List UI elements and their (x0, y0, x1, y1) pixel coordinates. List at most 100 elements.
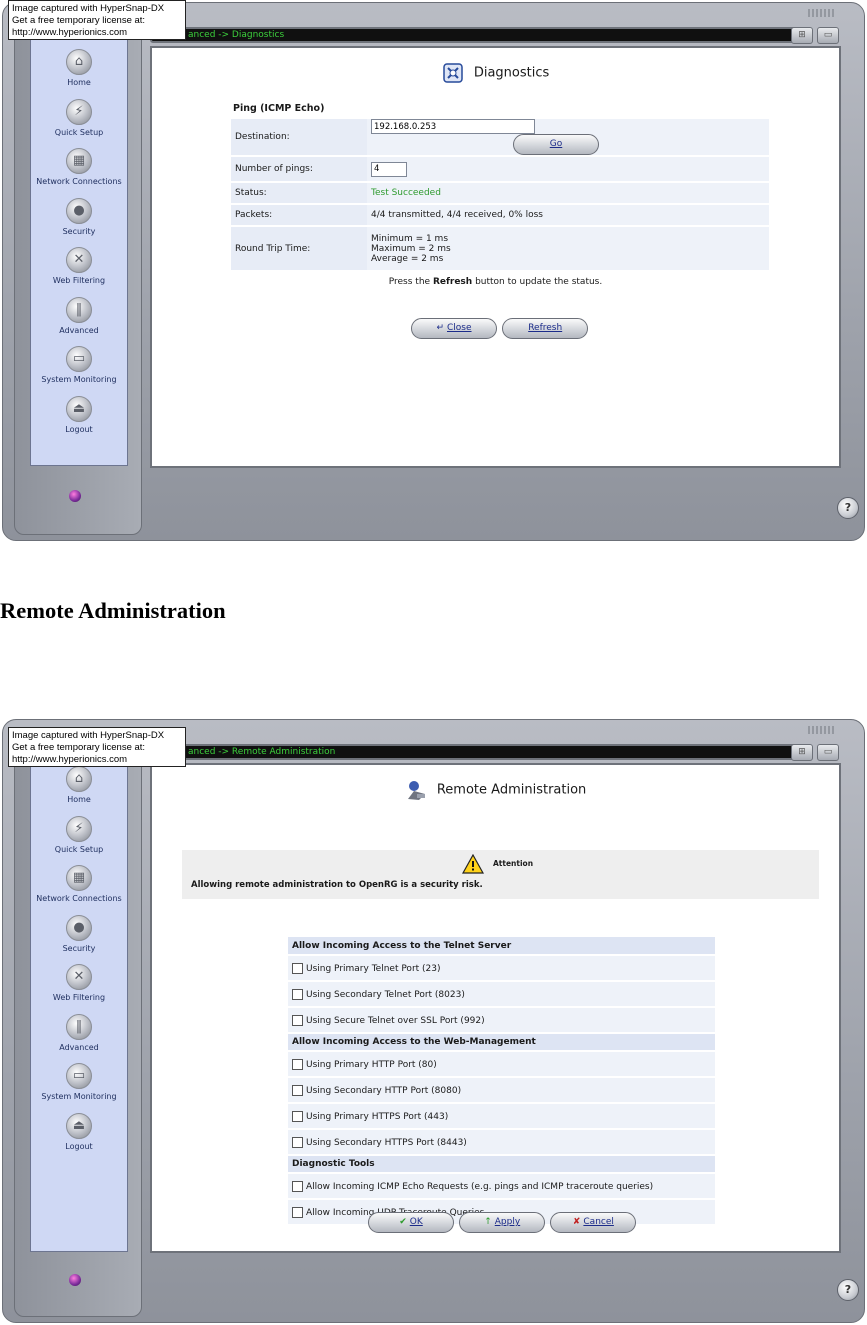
note-text: button to update the status. (472, 277, 603, 287)
watermark-line: Image captured with HyperSnap-DX (12, 730, 165, 741)
network-map-icon[interactable]: ⊞ (791, 27, 813, 44)
checkbox[interactable] (292, 1206, 303, 1218)
checkbox-label: Using Secondary HTTP Port (8080) (306, 1085, 462, 1096)
sidebar-item-web-filtering[interactable]: ✕ Web Filtering (31, 247, 127, 297)
lock-icon: ● (66, 197, 92, 224)
cancel-label: Cancel (583, 1217, 614, 1227)
rtt-avg: Average = 2 ms (371, 253, 444, 264)
sidebar-item-logout[interactable]: ⏏ Logout (31, 1112, 127, 1163)
checkbox-label: Using Primary HTTP Port (80) (306, 1059, 437, 1070)
checkbox[interactable] (292, 1014, 303, 1026)
sidebar-item-advanced[interactable]: ‖ Advanced (31, 296, 127, 347)
lock-icon: ● (66, 914, 92, 941)
checkbox[interactable] (292, 1110, 303, 1122)
content-panel: Diagnostics Ping (ICMP Echo) Destination… (150, 46, 841, 468)
cancel-x-icon: ✘ (572, 1217, 581, 1227)
sidebar-item-home[interactable]: ⌂ Home (31, 766, 127, 816)
checkbox[interactable] (292, 1058, 303, 1070)
checkbox[interactable] (292, 1084, 303, 1096)
page-title: Remote Administration (152, 779, 839, 809)
checkbox-label: Using Primary HTTPS Port (443) (306, 1111, 449, 1122)
sidebar-item-web-filtering[interactable]: ✕ Web Filtering (31, 964, 127, 1014)
sidebar-item-label: Logout (65, 1141, 93, 1151)
sidebar-item-label: Network Connections (36, 894, 122, 903)
go-button[interactable]: Go (513, 134, 599, 155)
checkbox[interactable] (292, 1180, 303, 1192)
page-title-text: Remote Administration (436, 782, 587, 798)
sidebar-item-system-monitoring[interactable]: ▭ System Monitoring (31, 346, 127, 396)
telnet-header: Allow Incoming Access to the Telnet Serv… (288, 937, 715, 956)
tools-icon: ‖ (66, 1013, 92, 1040)
sidebar-item-advanced[interactable]: ‖ Advanced (31, 1013, 127, 1064)
help-icon[interactable]: ? (837, 1279, 859, 1301)
checkbox[interactable] (292, 988, 303, 1000)
check-icon: ✔ (399, 1217, 407, 1227)
sidebar-item-network-connections[interactable]: ▦ Network Connections (31, 865, 127, 915)
apply-label: Apply (494, 1217, 521, 1227)
network-map-icon[interactable]: ⊞ (791, 744, 813, 761)
pings-label: Number of pings: (231, 155, 367, 182)
window-icon[interactable]: ▭ (817, 744, 839, 761)
close-button[interactable]: ↵ Close (411, 318, 497, 339)
refresh-button[interactable]: Refresh (502, 318, 589, 339)
sidebar-item-label: Advanced (59, 325, 99, 335)
attention-box: Attention Allowing remote administration… (182, 850, 819, 899)
checkbox-label: Using Primary Telnet Port (23) (306, 963, 441, 974)
packets-value: 4/4 transmitted, 4/4 received, 0% loss (367, 203, 769, 226)
filter-icon: ✕ (66, 964, 92, 990)
sidebar-item-quick-setup[interactable]: ⚡ Quick Setup (31, 815, 127, 866)
monitor-icon: ▭ (66, 346, 92, 372)
apply-arrow-icon: ↑ (484, 1217, 492, 1227)
destination-input[interactable] (371, 119, 535, 134)
sidebar-item-label: Home (67, 78, 91, 87)
section-title: Ping (ICMP Echo) (233, 103, 325, 114)
page-title-text: Diagnostics (473, 65, 550, 81)
apply-button[interactable]: ↑ Apply (459, 1212, 546, 1233)
sidebar-item-label: Security (62, 943, 96, 953)
checkbox[interactable] (292, 1136, 303, 1148)
window-icon[interactable]: ▭ (817, 27, 839, 44)
rtt-values: Minimum = 1 ms Maximum = 2 ms Average = … (367, 225, 769, 270)
cancel-button[interactable]: ✘ Cancel (550, 1212, 637, 1233)
filter-icon: ✕ (66, 247, 92, 273)
content-panel: Remote Administration Attention Allowing… (150, 763, 841, 1253)
help-icon[interactable]: ? (837, 497, 859, 519)
sidebar-nav: ⌂ Home ⚡ Quick Setup ▦ Network Connectio… (30, 747, 128, 1252)
refresh-note: Press the Refresh button to update the s… (152, 277, 839, 287)
watermark-line: Get a free temporary license at: (12, 742, 146, 753)
home-icon: ⌂ (66, 766, 92, 792)
pings-input[interactable] (371, 161, 407, 177)
sidebar-item-network-connections[interactable]: ▦ Network Connections (31, 148, 127, 198)
diagnostics-icon (442, 63, 463, 83)
sidebar-item-quick-setup[interactable]: ⚡ Quick Setup (31, 98, 127, 149)
remote-admin-screenshot: ⌂ Home ⚡ Quick Setup ▦ Network Connectio… (0, 717, 867, 1325)
checkbox-label: Using Secure Telnet over SSL Port (992) (306, 1015, 485, 1026)
sidebar-item-system-monitoring[interactable]: ▭ System Monitoring (31, 1063, 127, 1113)
sidebar-item-label: Web Filtering (52, 276, 106, 285)
home-icon: ⌂ (66, 49, 92, 75)
watermark-line: http://www.hyperionics.com (12, 754, 128, 765)
sidebar-item-logout[interactable]: ⏏ Logout (31, 395, 127, 446)
sidebar-nav: ⌂ Home ⚡ Quick Setup ▦ Network Connectio… (30, 30, 128, 466)
sidebar-item-label: Advanced (59, 1042, 99, 1052)
sidebar-item-label: Security (62, 226, 96, 236)
monitor-icon: ▭ (66, 1063, 92, 1089)
sidebar-item-label: Logout (65, 424, 93, 434)
checkbox-label: Allow Incoming ICMP Echo Requests (e.g. … (306, 1181, 654, 1192)
ok-button[interactable]: ✔ OK (368, 1212, 454, 1233)
sidebar-item-label: System Monitoring (41, 1092, 117, 1101)
sidebar-item-security[interactable]: ● Security (31, 197, 127, 248)
sidebar-item-security[interactable]: ● Security (31, 914, 127, 965)
pings-cell (367, 155, 769, 182)
checkbox[interactable] (292, 962, 303, 974)
list-item: Using Secondary HTTPS Port (8443) (288, 1129, 715, 1156)
close-label: Close (447, 323, 472, 333)
checkbox-label: Using Secondary HTTPS Port (8443) (306, 1137, 467, 1148)
attention-text: Allowing remote administration to OpenRG… (191, 880, 483, 890)
list-item: Using Secondary HTTP Port (8080) (288, 1077, 715, 1104)
sidebar-item-home[interactable]: ⌂ Home (31, 49, 127, 99)
attention-label: Attention (493, 859, 534, 868)
watermark-line: Image captured with HyperSnap-DX (12, 3, 165, 14)
logout-icon: ⏏ (66, 395, 92, 422)
diag-header: Diagnostic Tools (288, 1155, 715, 1174)
